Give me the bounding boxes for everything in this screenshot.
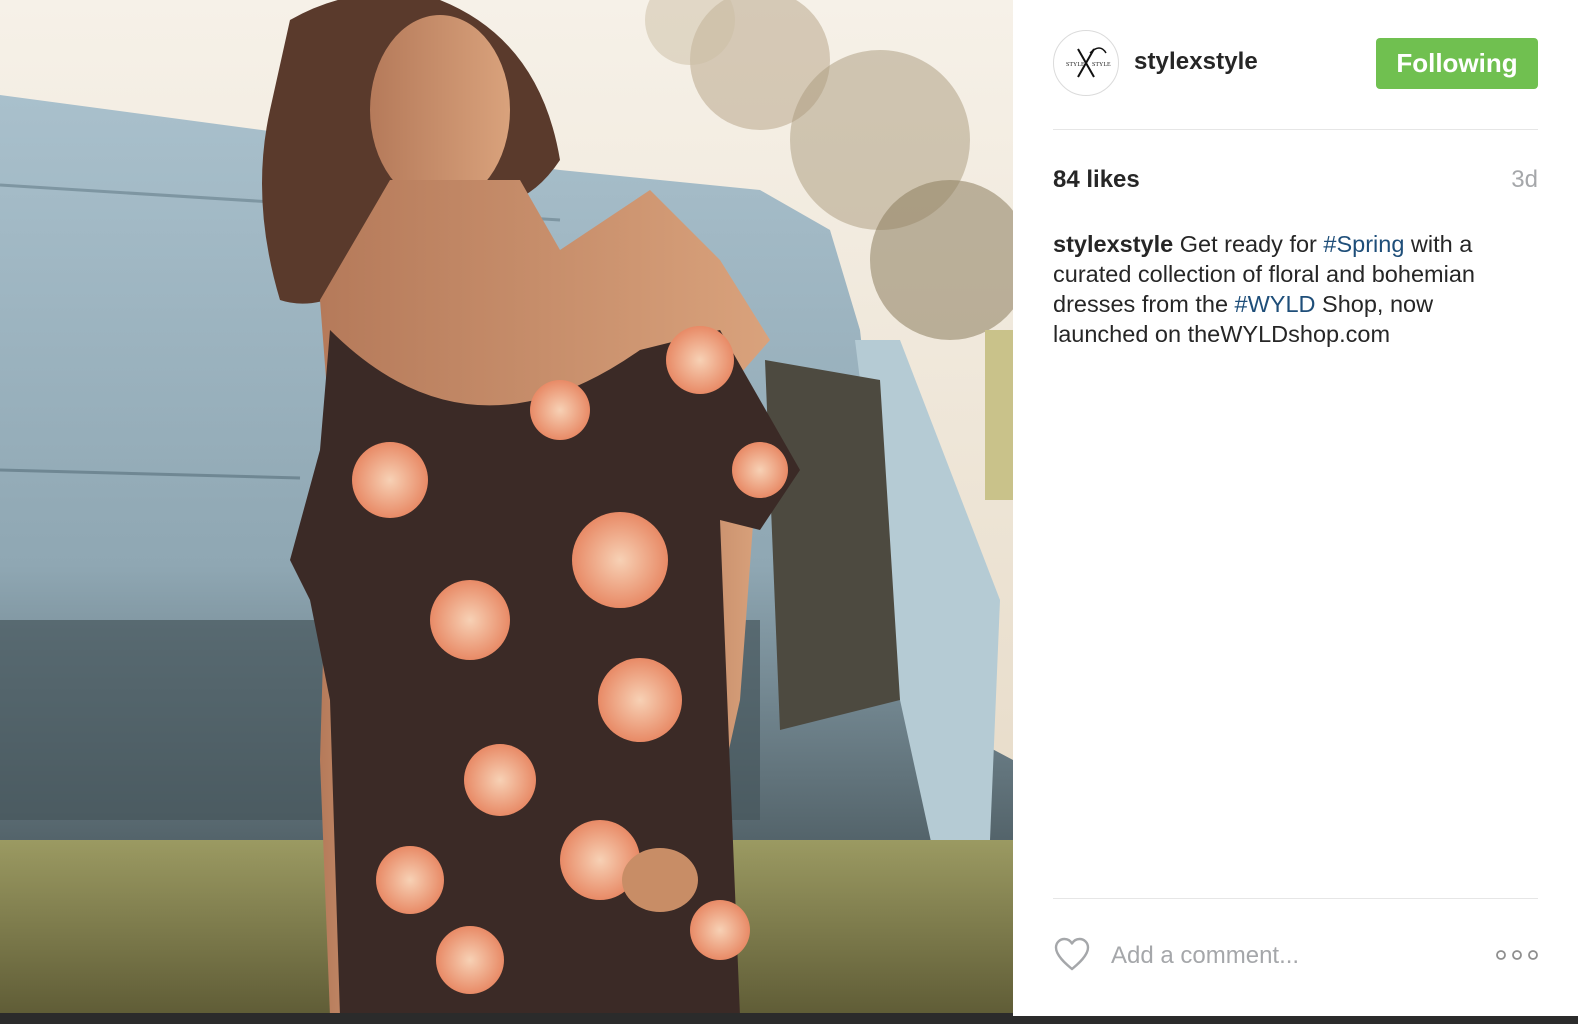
svg-text:STYLE: STYLE	[1092, 62, 1111, 68]
caption-text-1: Get ready for	[1173, 231, 1324, 257]
svg-text:STYLE: STYLE	[1066, 62, 1085, 68]
following-button[interactable]: Following	[1376, 38, 1538, 89]
avatar[interactable]: STYLE STYLE	[1053, 30, 1119, 96]
post-header: STYLE STYLE stylexstyle Following	[1053, 30, 1538, 98]
heart-icon[interactable]	[1053, 936, 1091, 972]
username-link[interactable]: stylexstyle	[1134, 48, 1258, 76]
hashtag-wyld[interactable]: #WYLD	[1235, 291, 1316, 317]
add-comment-input[interactable]	[1111, 936, 1461, 976]
comment-row	[1053, 932, 1538, 980]
stylexstyle-logo-icon: STYLE STYLE	[1055, 32, 1117, 94]
hashtag-spring[interactable]: #Spring	[1323, 231, 1404, 257]
header-divider	[1053, 129, 1538, 130]
post-timestamp: 3d	[1511, 166, 1538, 193]
post-photo[interactable]	[0, 0, 1013, 1016]
post-caption: stylexstyle Get ready for #Spring with a…	[1053, 229, 1533, 349]
post-details-panel: STYLE STYLE stylexstyle Following 84 lik…	[1013, 0, 1578, 1016]
likes-count[interactable]: 84 likes	[1053, 166, 1140, 194]
more-options-icon[interactable]	[1496, 948, 1538, 962]
comment-divider	[1053, 898, 1538, 899]
caption-username[interactable]: stylexstyle	[1053, 231, 1173, 257]
instagram-post: STYLE STYLE stylexstyle Following 84 lik…	[0, 0, 1578, 1024]
photo-illustration	[0, 0, 1013, 1016]
